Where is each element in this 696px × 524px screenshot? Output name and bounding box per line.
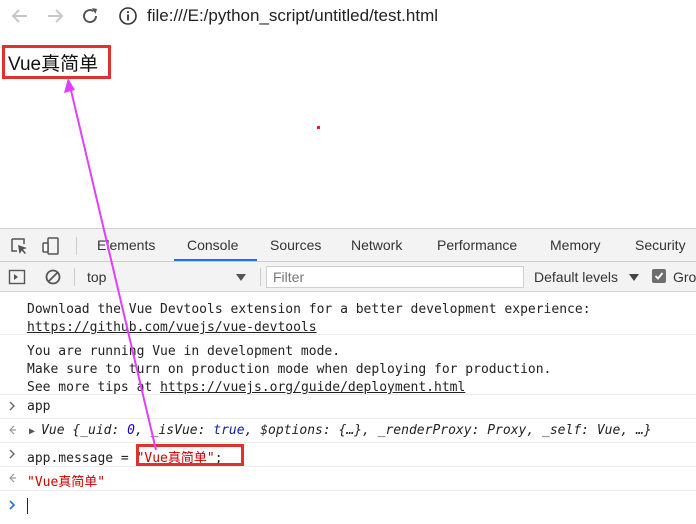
console-message: You are running Vue in development mode.… xyxy=(0,335,696,395)
log-levels-dropdown[interactable]: Default levels xyxy=(534,266,618,288)
console-message: Download the Vue Devtools extension for … xyxy=(0,293,696,335)
console-input-text: app xyxy=(27,399,51,414)
omnibox[interactable]: file:///E:/python_script/untitled/test.h… xyxy=(111,2,438,30)
sidebar-toggle-icon[interactable] xyxy=(8,268,26,286)
tab-security[interactable]: Security xyxy=(635,229,686,261)
console-input-row: app xyxy=(0,395,696,419)
context-select[interactable]: top xyxy=(82,266,254,288)
console-text: Make sure to turn on production mode whe… xyxy=(27,362,552,377)
inspect-element-icon[interactable] xyxy=(9,236,29,256)
object-preview[interactable]: ▶ Vue {_uid: 0, _isVue: true, $options: … xyxy=(29,423,652,438)
console-input-row: app.message = "Vue真简单"; xyxy=(0,443,696,467)
console-output: Download the Vue Devtools extension for … xyxy=(0,293,696,524)
tab-performance[interactable]: Performance xyxy=(437,229,517,261)
return-arrow-icon xyxy=(9,425,16,435)
devtools-panel: Elements Console Sources Network Perform… xyxy=(0,228,696,524)
chevron-down-icon xyxy=(236,274,246,281)
chevron-right-icon xyxy=(9,449,15,459)
console-result-row: "Vue真简单" xyxy=(0,467,696,491)
console-link[interactable]: https://github.com/vuejs/vue-devtools xyxy=(27,320,317,335)
console-text: Download the Vue Devtools extension for … xyxy=(27,302,591,317)
tab-separator xyxy=(76,237,77,255)
group-similar-label: Gro xyxy=(673,269,696,285)
toolbar-separator xyxy=(260,268,261,286)
console-text: See more tips at https://vuejs.org/guide… xyxy=(27,380,465,395)
console-prompt[interactable] xyxy=(0,491,696,524)
group-similar-checkbox[interactable] xyxy=(652,269,666,283)
return-arrow-icon xyxy=(9,473,16,483)
arrow-left-icon xyxy=(11,9,27,23)
console-result-row: ▶ Vue {_uid: 0, _isVue: true, $options: … xyxy=(0,419,696,443)
forward-button[interactable] xyxy=(43,4,67,28)
filter-input[interactable] xyxy=(266,266,524,288)
tab-memory[interactable]: Memory xyxy=(550,229,601,261)
reload-button[interactable] xyxy=(78,4,102,28)
tab-network[interactable]: Network xyxy=(351,229,402,261)
clear-console-icon[interactable] xyxy=(44,268,62,286)
red-dot xyxy=(317,126,320,129)
expand-triangle-icon[interactable]: ▶ xyxy=(29,426,41,437)
chevron-right-icon xyxy=(9,500,16,510)
address-bar: file:///E:/python_script/untitled/test.h… xyxy=(0,0,696,33)
url-text[interactable]: file:///E:/python_script/untitled/test.h… xyxy=(147,6,438,26)
device-toolbar-icon[interactable] xyxy=(41,236,61,256)
console-link[interactable]: https://vuejs.org/guide/deployment.html xyxy=(160,380,465,395)
tab-console[interactable]: Console xyxy=(174,229,257,261)
devtools-tab-bar: Elements Console Sources Network Perform… xyxy=(0,229,696,262)
back-button[interactable] xyxy=(8,4,32,28)
console-toolbar: top Default levels Gro xyxy=(0,262,696,292)
reload-icon xyxy=(83,8,98,24)
checkmark-icon xyxy=(654,272,664,280)
console-result-text: "Vue真简单" xyxy=(27,475,106,490)
tab-elements[interactable]: Elements xyxy=(97,229,155,261)
page-content: Vue真简单 xyxy=(0,36,696,228)
text-caret xyxy=(27,498,28,514)
arrow-right-icon xyxy=(48,9,64,23)
page-heading: Vue真简单 xyxy=(2,45,112,79)
chevron-down-icon xyxy=(629,274,639,281)
tab-sources[interactable]: Sources xyxy=(270,229,321,261)
toolbar-separator xyxy=(74,268,75,286)
highlight-box xyxy=(136,444,244,466)
info-circle-icon[interactable] xyxy=(118,6,138,26)
console-text: You are running Vue in development mode. xyxy=(27,344,341,359)
chevron-right-icon xyxy=(9,401,15,411)
console-text-prefix: See more tips at xyxy=(27,380,161,395)
